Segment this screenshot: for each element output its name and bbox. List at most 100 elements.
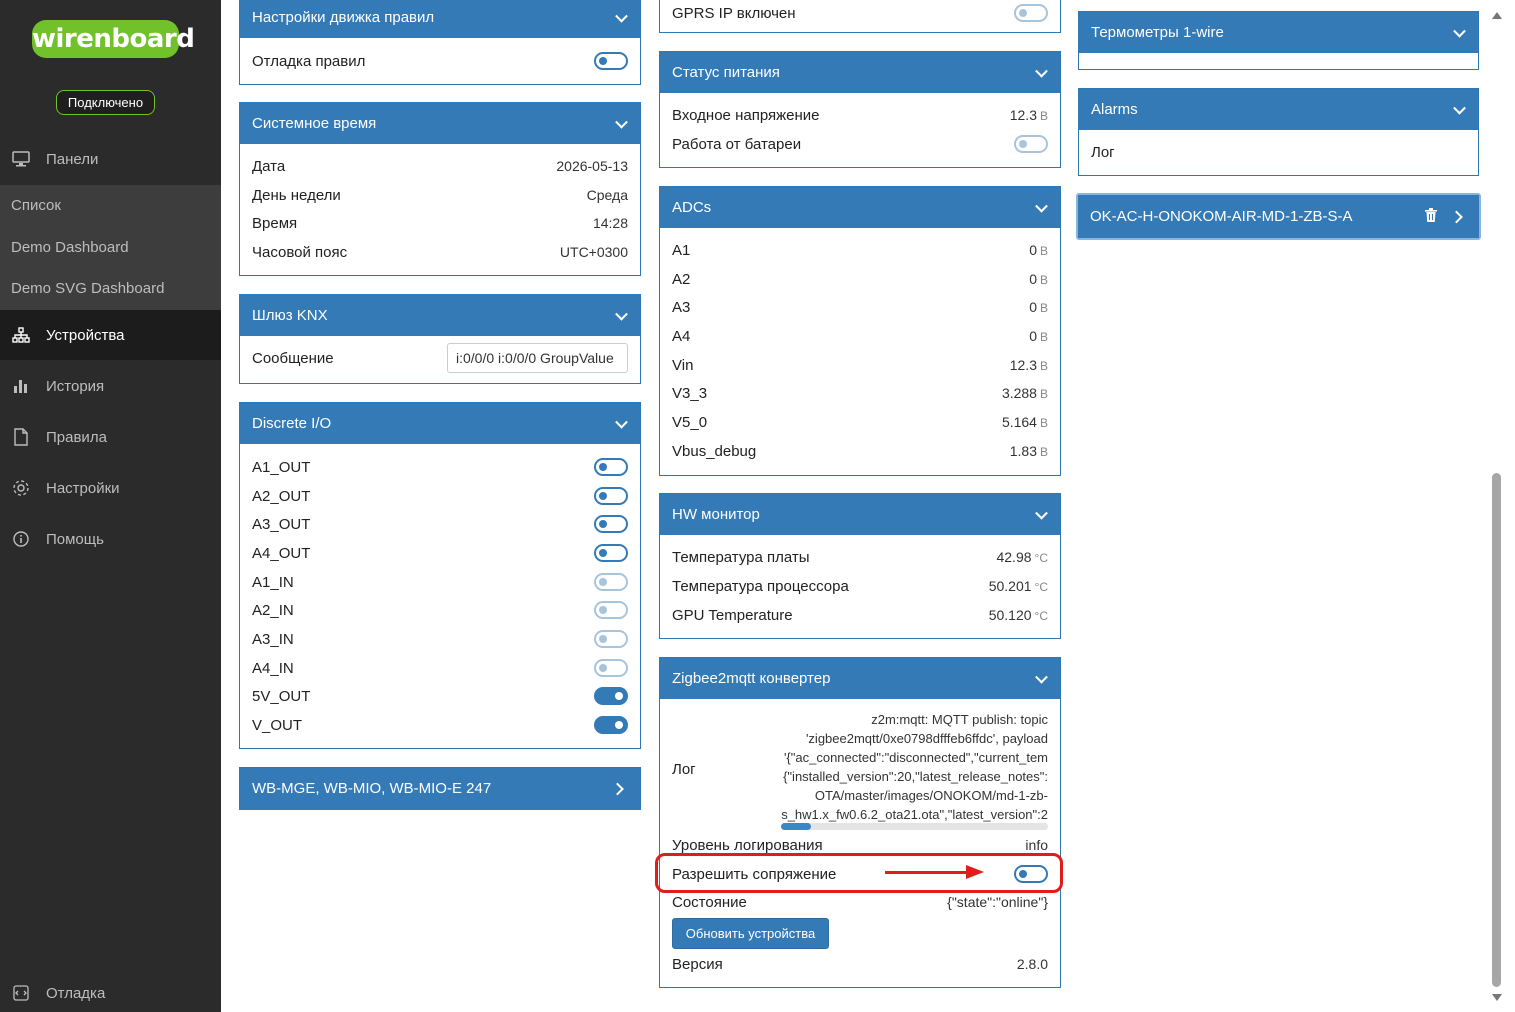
row-label: Часовой пояс [252,243,348,261]
update-devices-button[interactable]: Обновить устройства [672,918,829,949]
hw-value: 42.98 °C [996,549,1048,565]
alarms-header[interactable]: Alarms [1079,89,1478,130]
device-header[interactable]: OK-AC-H-ONOKOM-AIR-MD-1-ZB-S-A [1078,195,1479,238]
nav-history[interactable]: История [0,361,221,411]
nav-panels[interactable]: Панели [0,134,221,184]
rules-engine-header[interactable]: Настройки движка правил [240,0,640,38]
log-line: '{"ac_connected":"disconnected","current… [783,750,1048,765]
io-toggle [594,573,628,591]
adc-value: 0В [1029,271,1048,287]
io-toggle[interactable] [594,716,628,734]
discrete-io-header[interactable]: Discrete I/O [240,403,640,444]
submenu-item-demo-svg-dashboard[interactable]: Demo SVG Dashboard [11,280,164,297]
scroll-up-arrow-icon[interactable] [1492,12,1502,19]
scroll-down-arrow-icon[interactable] [1492,994,1502,1001]
wb-mge-panel[interactable]: WB-MGE, WB-MIO, WB-MIO-E 247 [239,767,641,810]
adc-label: A1 [672,241,691,259]
system-time-title: Системное время [252,115,377,132]
power-status-panel: Статус питания Входное напряжение 12.3 В … [659,51,1061,168]
nav-rules[interactable]: Правила [0,412,221,462]
io-toggle[interactable] [594,544,628,562]
gprs-panel: GPRS IP включен [659,0,1061,33]
adc-value: 0В [1029,299,1048,315]
knx-header[interactable]: Шлюз KNX [240,295,640,336]
nav-debug-label: Отладка [46,984,106,1002]
adcs-title: ADCs [672,199,712,216]
chevron-down-icon [1035,64,1048,78]
knx-message-row: Сообщение i:0/0/0 i:0/0/0 GroupValue [240,336,640,384]
io-row: A1_OUT [252,453,628,481]
wb-mge-header[interactable]: WB-MGE, WB-MIO, WB-MIO-E 247 [240,768,640,809]
gprs-label: GPRS IP включен [672,4,796,22]
io-row: A3_IN [252,625,628,653]
io-row: A1_IN [252,568,628,596]
io-toggle[interactable] [594,487,628,505]
io-toggle[interactable] [594,515,628,533]
system-time-row: Время 14:28 [252,209,628,237]
version-row: Версия 2.8.0 [672,950,1048,978]
io-toggle [594,659,628,677]
io-label: A1_IN [252,573,294,591]
nav-debug[interactable]: Отладка [0,968,221,1012]
annotation-highlight-box [655,853,1063,893]
row-value: {"state":"online"} [947,894,1048,910]
thermometers-header[interactable]: Термометры 1-wire [1079,12,1478,53]
io-label: V_OUT [252,716,303,734]
chevron-down-icon [1035,670,1048,684]
row-label: Работа от батареи [672,135,802,153]
scrollbar-thumb[interactable] [1492,473,1501,987]
rules-engine-panel: Настройки движка правил Отладка правил [239,0,641,85]
adc-row: A3 0 В [672,293,1048,321]
nav-devices[interactable]: Устройства [0,310,221,360]
debug-icon [11,983,31,1003]
io-toggle[interactable] [594,687,628,705]
hw-monitor-header[interactable]: HW монитор [660,494,1060,535]
logo-text: wirenboard [32,24,195,54]
row-label: Уровень логирования [672,836,823,854]
adcs-header[interactable]: ADCs [660,187,1060,228]
input-voltage-row: Входное напряжение 12.3 В [672,101,1048,129]
io-row: A2_IN [252,596,628,624]
network-devices-icon [11,325,31,345]
system-time-panel: Системное время Дата 2026-05-13 День нед… [239,102,641,276]
nav-help[interactable]: Помощь [0,514,221,564]
adc-row: V5_0 5.164 В [672,408,1048,436]
trash-icon[interactable] [1425,208,1437,226]
zigbee-log-text[interactable]: z2m:mqtt: MQTT publish: topic 'zigbee2mq… [780,710,1048,824]
device-panel[interactable]: OK-AC-H-ONOKOM-AIR-MD-1-ZB-S-A [1076,193,1481,240]
submenu-item-list[interactable]: Список [11,197,61,214]
system-time-row: Дата 2026-05-13 [252,152,628,180]
knx-message-input[interactable]: i:0/0/0 i:0/0/0 GroupValue [447,343,628,373]
io-toggle[interactable] [594,458,628,476]
row-label: Входное напряжение [672,106,820,124]
io-toggle [594,630,628,648]
discrete-io-panel: Discrete I/O A1_OUT A2_OUT A3_OUT A4_OUT… [239,402,641,749]
nav-rules-label: Правила [46,428,107,446]
power-status-header[interactable]: Статус питания [660,52,1060,93]
io-row: 5V_OUT [252,682,628,710]
wirenboard-logo[interactable]: wirenboard [32,20,195,58]
gprs-toggle [1014,4,1048,22]
page-scrollbar[interactable] [1489,0,1505,1012]
rules-debug-toggle[interactable] [594,52,628,70]
io-label: A4_IN [252,659,294,677]
zigbee2mqtt-header[interactable]: Zigbee2mqtt конвертер [660,658,1060,699]
io-label: A3_IN [252,630,294,648]
adc-row: Vin 12.3 В [672,351,1048,379]
chevron-down-icon [1035,199,1048,213]
io-label: 5V_OUT [252,687,311,705]
hw-label: GPU Temperature [672,606,793,624]
row-label: Состояние [672,893,747,911]
log-horizontal-scrollbar[interactable] [781,823,1048,830]
row-value: info [1025,837,1048,853]
log-scrollbar-thumb[interactable] [781,823,811,830]
system-time-header[interactable]: Системное время [240,103,640,144]
adc-row: A1 0 В [672,236,1048,264]
row-label: День недели [252,186,341,204]
annotation-arrow-icon [885,871,970,874]
io-label: A3_OUT [252,515,311,533]
submenu-item-demo-dashboard[interactable]: Demo Dashboard [11,239,129,256]
nav-devices-label: Устройства [46,326,125,344]
system-time-row: Часовой пояс UTC+0300 [252,238,628,266]
nav-settings[interactable]: Настройки [0,463,221,513]
